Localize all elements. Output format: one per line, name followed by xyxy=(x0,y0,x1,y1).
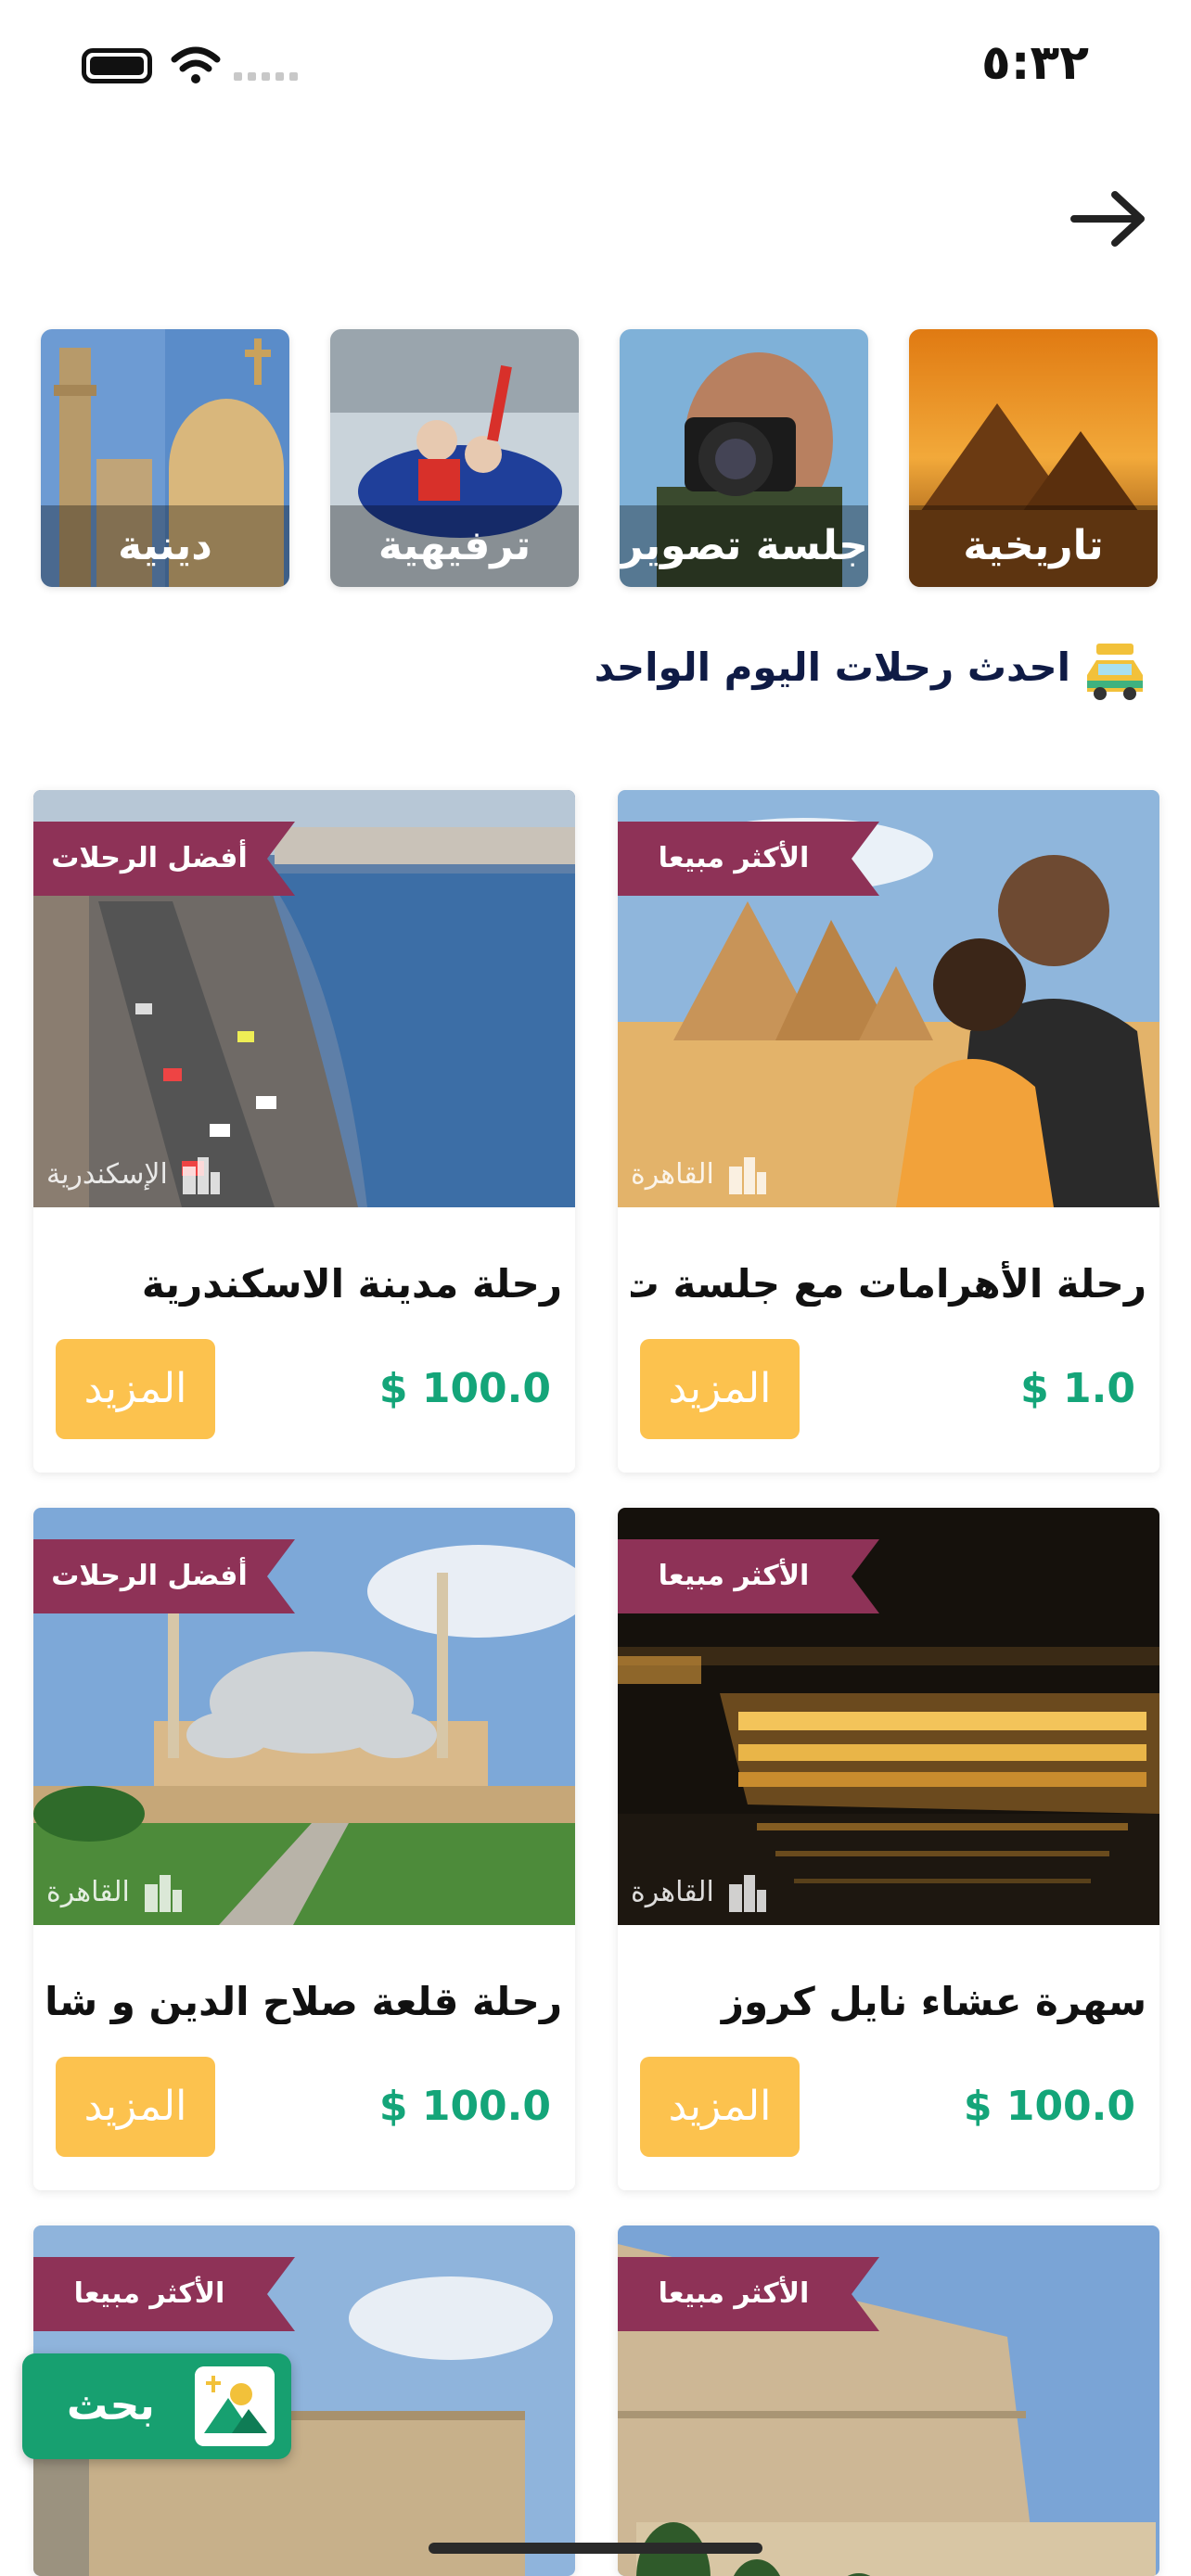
city-icon xyxy=(182,1157,220,1194)
home-indicator xyxy=(429,2543,762,2554)
badge-label: الأكثر مبيعا xyxy=(658,1560,810,1592)
trip-photo: الأكثر مبيعا القاهرة xyxy=(618,790,1159,1207)
wifi-icon xyxy=(171,46,221,83)
location-label: الإسكندرية xyxy=(46,1157,168,1191)
city-icon xyxy=(728,1157,766,1194)
badge-label: أفضل الرحلات xyxy=(51,842,248,874)
category-label: دينية xyxy=(41,505,289,587)
status-bar: ٥:٣٢ xyxy=(0,0,1191,130)
trip-card[interactable]: أفضل الرحلات الإسكندرية رحلة مدينة الاسك… xyxy=(33,790,575,1473)
back-arrow-icon[interactable] xyxy=(1067,185,1150,252)
trip-card[interactable]: الأكثر مبيعا xyxy=(618,2225,1159,2576)
car-icon xyxy=(1087,644,1143,700)
location-label: القاهرة xyxy=(631,1157,714,1191)
trip-price: $ 100.0 xyxy=(378,2083,551,2130)
category-photo-session[interactable]: جلسة تصوير xyxy=(620,329,868,587)
more-button[interactable]: المزيد xyxy=(640,2057,800,2157)
status-time: ٥:٣٢ xyxy=(980,35,1089,91)
search-label: بحث xyxy=(67,2382,155,2429)
category-label: جلسة تصوير xyxy=(620,505,868,587)
battery-icon xyxy=(82,48,152,83)
trip-card[interactable]: أفضل الرحلات القاهرة رحلة قلعة صلاح الدي… xyxy=(33,1508,575,2190)
badge-label: أفضل الرحلات xyxy=(51,1560,248,1592)
more-button[interactable]: المزيد xyxy=(640,1339,800,1439)
trip-price: $ 100.0 xyxy=(963,2083,1135,2130)
trip-title: رحلة قلعة صلاح الدين و شا... xyxy=(46,1979,562,2024)
section-title: احدث رحلات اليوم الواحد xyxy=(594,644,1070,690)
location: القاهرة xyxy=(46,1871,184,1912)
trip-photo: الأكثر مبيعا xyxy=(618,2225,1159,2576)
badge-label: الأكثر مبيعا xyxy=(658,2277,810,2310)
city-icon xyxy=(728,1875,766,1912)
trip-card[interactable]: الأكثر مبيعا القاهرة رحلة الأهرامات مع ج… xyxy=(618,790,1159,1473)
trip-photo: الأكثر مبيعا القاهرة xyxy=(618,1508,1159,1925)
trip-card[interactable]: الأكثر مبيعا القاهرة سهرة عشاء نايل كروز… xyxy=(618,1508,1159,2190)
app-logo-icon xyxy=(195,2366,275,2446)
badge-label: الأكثر مبيعا xyxy=(658,842,810,874)
signal-icon xyxy=(234,72,298,81)
location: القاهرة xyxy=(631,1871,768,1912)
category-label: تاريخية xyxy=(909,505,1158,587)
location: الإسكندرية xyxy=(46,1154,222,1194)
search-button[interactable]: بحث xyxy=(22,2353,291,2459)
category-list: تاريخية جلسة تصوير ترفيهية دينية xyxy=(41,329,1158,587)
category-label: ترفيهية xyxy=(330,505,579,587)
location-label: القاهرة xyxy=(631,1875,714,1908)
trip-price: $ 100.0 xyxy=(378,1365,551,1412)
more-button[interactable]: المزيد xyxy=(56,1339,215,1439)
trip-photo: أفضل الرحلات الإسكندرية xyxy=(33,790,575,1207)
trip-title: رحلة مدينة الاسكندرية xyxy=(141,1261,562,1307)
city-icon xyxy=(144,1875,182,1912)
trip-title: رحلة الأهرامات مع جلسة ت... xyxy=(631,1261,1146,1307)
location-label: القاهرة xyxy=(46,1875,130,1908)
trip-title: سهرة عشاء نايل كروز xyxy=(721,1979,1146,2024)
category-entertainment[interactable]: ترفيهية xyxy=(330,329,579,587)
location: القاهرة xyxy=(631,1154,768,1194)
category-historical[interactable]: تاريخية xyxy=(909,329,1158,587)
trip-photo: أفضل الرحلات القاهرة xyxy=(33,1508,575,1925)
badge-label: الأكثر مبيعا xyxy=(73,2277,225,2310)
trip-price: $ 1.0 xyxy=(1020,1365,1135,1412)
category-religious[interactable]: دينية xyxy=(41,329,289,587)
more-button[interactable]: المزيد xyxy=(56,2057,215,2157)
